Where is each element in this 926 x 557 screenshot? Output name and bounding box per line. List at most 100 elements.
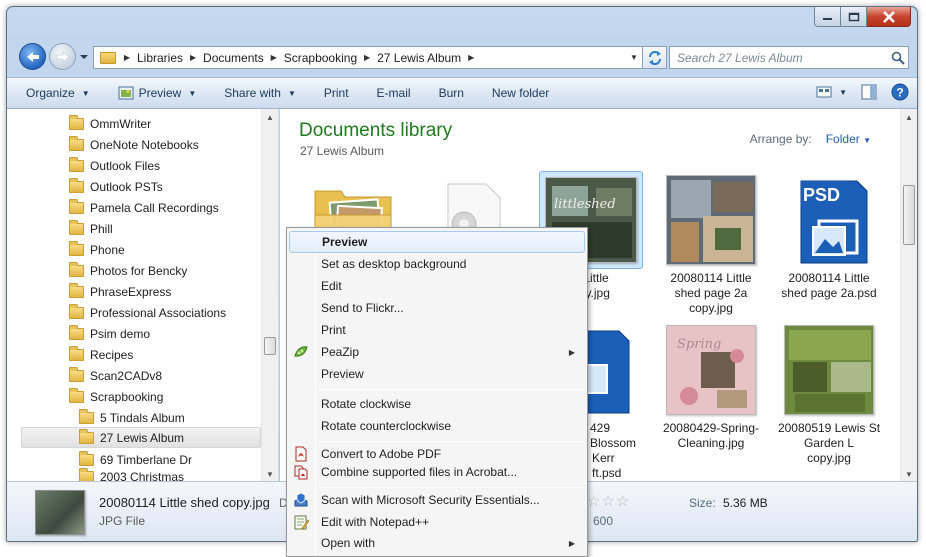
nav-item[interactable]: Psim demo (69, 323, 150, 344)
details-file-type: JPG File (99, 514, 146, 528)
menu-item-preview-default[interactable]: Preview (289, 231, 585, 253)
library-title: Documents library (299, 120, 453, 141)
star-icon[interactable]: ☆ (601, 493, 615, 510)
folder-icon (69, 156, 84, 172)
nav-item[interactable]: Professional Associations (69, 302, 226, 323)
nav-item[interactable]: Scrapbooking (69, 386, 163, 407)
nav-item-label: Psim demo (90, 326, 151, 341)
preview-button[interactable]: Preview ▼ (118, 86, 196, 100)
nav-scroll-thumb[interactable] (264, 337, 276, 355)
maximize-button[interactable] (841, 7, 867, 27)
back-button[interactable] (19, 43, 46, 70)
breadcrumb-libraries[interactable]: Libraries (134, 51, 186, 65)
breadcrumb-27-lewis-album[interactable]: 27 Lewis Album (374, 51, 464, 65)
arrange-by-dropdown[interactable]: Folder ▼ (826, 132, 871, 146)
search-icon[interactable] (888, 51, 908, 65)
adobe-pdf-icon (295, 446, 307, 462)
search-box[interactable]: Search 27 Lewis Album (669, 46, 909, 69)
nav-item[interactable]: Outlook PSTs (69, 176, 163, 197)
print-button[interactable]: Print (324, 86, 349, 100)
details-thumbnail (35, 490, 85, 535)
star-icon[interactable]: ☆ (616, 493, 630, 510)
chevron-down-icon: ▼ (839, 87, 847, 97)
menu-item-send-to-flickr[interactable]: Send to Flickr... (289, 297, 585, 319)
forward-button[interactable] (49, 43, 76, 70)
nav-item-selected[interactable]: 27 Lewis Album (21, 427, 261, 448)
nav-scrollbar[interactable]: ▲ ▼ (261, 109, 278, 481)
new-folder-button[interactable]: New folder (492, 86, 549, 100)
recent-pages-button[interactable] (79, 51, 89, 61)
file-tile[interactable]: PSD 20080114 Little shed page 2a.psd (776, 171, 882, 301)
address-dropdown-button[interactable]: ▼ (626, 53, 642, 62)
rating-stars[interactable]: ☆☆☆ (587, 492, 630, 510)
nav-item-label: 69 Timberlane Dr (100, 452, 193, 467)
nav-item[interactable]: Pamela Call Recordings (69, 197, 219, 218)
file-name: 20080519 Lewis St (777, 421, 881, 435)
close-button[interactable] (867, 7, 911, 27)
scroll-up-icon[interactable]: ▲ (266, 113, 274, 122)
file-name-line2: Garden L (803, 436, 855, 450)
file-name-line2: Cleaning.jpg (677, 436, 745, 450)
nav-item[interactable]: Outlook Files (69, 155, 160, 176)
svg-text:PSD: PSD (803, 185, 840, 205)
nav-item[interactable]: Scan2CADv8 (69, 365, 162, 386)
organize-button[interactable]: Organize ▼ (26, 86, 90, 100)
command-bar: Organize ▼ Preview ▼ Share with ▼ Print E-m… (7, 77, 917, 109)
nav-item[interactable]: Phone (69, 239, 125, 260)
nav-item[interactable]: OmmWriter (69, 113, 151, 134)
scroll-up-icon[interactable]: ▲ (905, 113, 913, 122)
menu-separator (319, 487, 583, 488)
burn-button[interactable]: Burn (439, 86, 464, 100)
file-tile[interactable]: 20080114 Little shed page 2a copy.jpg (658, 171, 764, 316)
menu-item-combine-acrobat[interactable]: Combine supported files in Acrobat... (289, 461, 585, 483)
scroll-down-icon[interactable]: ▼ (905, 470, 913, 479)
preview-label: Preview (138, 86, 182, 100)
menu-item-rotate-counterclockwise[interactable]: Rotate counterclockwise (289, 415, 585, 437)
nav-item[interactable]: OneNote Notebooks (69, 134, 199, 155)
star-icon[interactable]: ☆ (587, 493, 601, 510)
content-scroll-thumb[interactable] (903, 185, 915, 245)
nav-item[interactable]: 5 Tindals Album (79, 407, 185, 428)
file-tile[interactable]: Spring 20080429-Spring- Cleaning.jpg (658, 321, 764, 451)
nav-item[interactable]: Recipes (69, 344, 133, 365)
menu-item-open-with[interactable]: Open with ▶ (289, 532, 585, 554)
menu-item-peazip[interactable]: PeaZip ▶ (289, 341, 585, 363)
chevron-right-icon[interactable]: ▶ (360, 53, 374, 62)
email-button[interactable]: E-mail (377, 86, 411, 100)
nav-item[interactable]: Photos for Bencky (69, 260, 187, 281)
chevron-right-icon[interactable]: ▶ (464, 53, 478, 62)
nav-item[interactable]: PhraseExpress (69, 281, 171, 302)
chevron-right-icon[interactable]: ▶ (120, 53, 134, 62)
preview-pane-icon[interactable] (861, 84, 877, 100)
menu-separator (319, 389, 583, 390)
breadcrumb-documents[interactable]: Documents (200, 51, 267, 65)
nav-item-label: Phill (90, 221, 113, 236)
print-label: Print (323, 86, 349, 100)
refresh-button[interactable] (643, 46, 667, 69)
menu-item-preview[interactable]: Preview (289, 363, 585, 385)
search-input[interactable]: Search 27 Lewis Album (677, 51, 888, 65)
file-tile[interactable]: 20080519 Lewis St Garden L copy.jpg (776, 321, 882, 466)
nav-item[interactable]: Phill (69, 218, 113, 239)
help-icon[interactable]: ? (891, 83, 909, 101)
chevron-right-icon[interactable]: ▶ (267, 53, 281, 62)
content-scrollbar[interactable]: ▲ ▼ (900, 109, 917, 481)
minimize-button[interactable] (814, 7, 841, 27)
change-view-button[interactable]: ▼ (816, 85, 847, 99)
menu-item-set-desktop-background[interactable]: Set as desktop background (289, 253, 585, 275)
nav-item[interactable]: 69 Timberlane Dr (79, 449, 192, 470)
address-bar[interactable]: ▶ Libraries ▶ Documents ▶ Scrapbooking ▶… (93, 46, 643, 69)
chevron-right-icon[interactable]: ▶ (186, 53, 200, 62)
scroll-down-icon[interactable]: ▼ (266, 470, 274, 479)
caption-buttons (814, 7, 911, 27)
tile-thumb (777, 321, 881, 419)
menu-item-rotate-clockwise[interactable]: Rotate clockwise (289, 393, 585, 415)
menu-item-print[interactable]: Print (289, 319, 585, 341)
breadcrumb-scrapbooking[interactable]: Scrapbooking (281, 51, 360, 65)
nav-item-label: Professional Associations (90, 305, 227, 320)
share-with-button[interactable]: Share with ▼ (224, 86, 296, 100)
menu-item-scan-security-essentials[interactable]: Scan with Microsoft Security Essentials.… (289, 489, 585, 511)
menu-item-edit-notepadpp[interactable]: Edit with Notepad++ (289, 511, 585, 533)
nav-item-label: Recipes (90, 347, 134, 362)
menu-item-edit[interactable]: Edit (289, 275, 585, 297)
